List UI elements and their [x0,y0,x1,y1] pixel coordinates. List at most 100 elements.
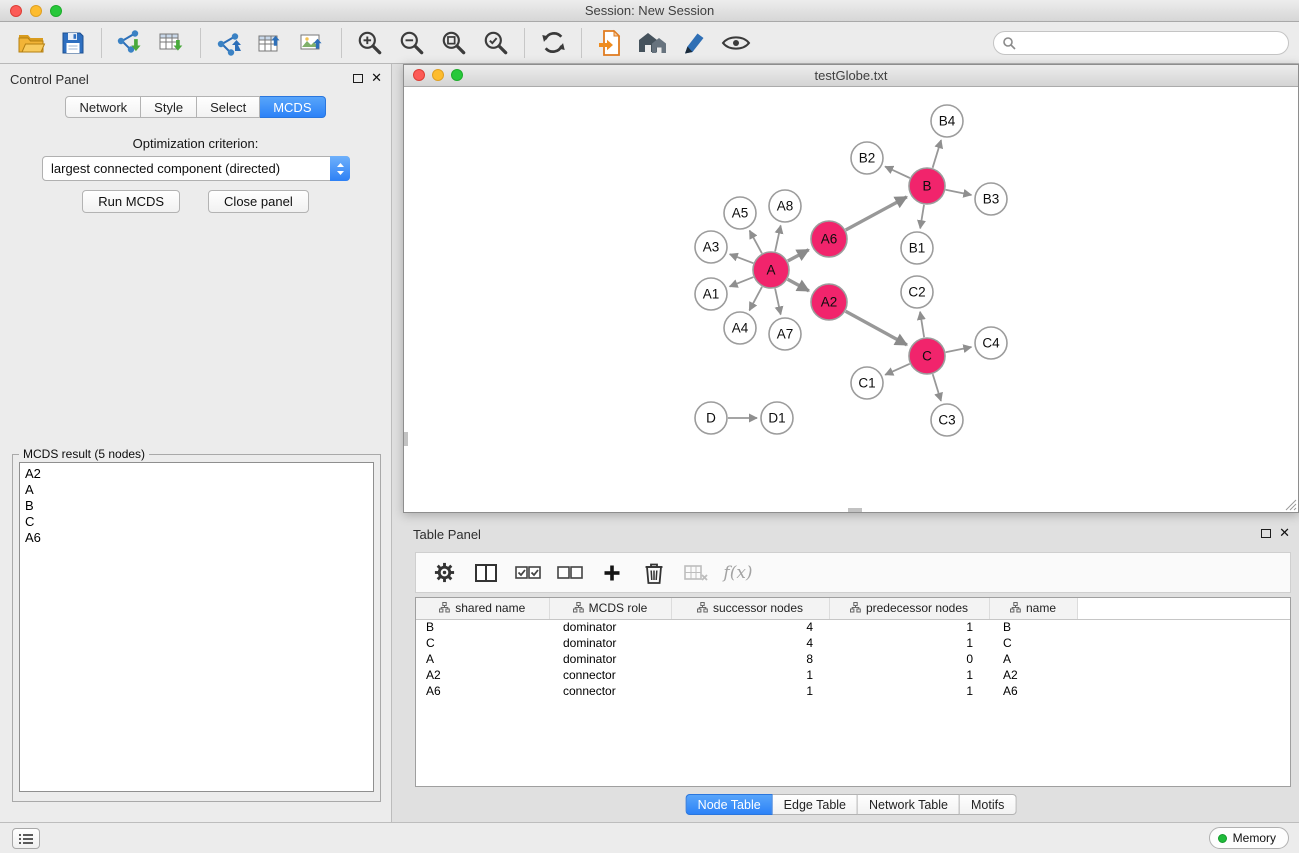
export-image-button[interactable] [292,25,334,61]
edge-C-C3[interactable] [933,374,941,401]
table-settings-button[interactable] [426,556,462,590]
tab-edge-table[interactable]: Edge Table [773,794,858,815]
tab-node-table[interactable]: Node Table [686,794,773,815]
criterion-dropdown[interactable]: largest connected component (directed) [42,156,350,181]
node-B2[interactable]: B2 [851,142,883,174]
tab-motifs[interactable]: Motifs [960,794,1016,815]
node-A1[interactable]: A1 [695,278,727,310]
node-B1[interactable]: B1 [901,232,933,264]
mcds-result-item[interactable]: C [25,514,373,530]
save-session-button[interactable] [52,25,94,61]
table-row[interactable]: Cdominator41C [416,635,1290,651]
column-header-shared-name[interactable]: shared name [416,598,549,619]
tab-mcds[interactable]: MCDS [260,96,325,118]
zoom-selected-button[interactable] [475,25,517,61]
table-row[interactable]: A2connector11A2 [416,667,1290,683]
open-report-button[interactable] [589,25,631,61]
node-A8[interactable]: A8 [769,190,801,222]
node-C1[interactable]: C1 [851,367,883,399]
minimize-window-button[interactable] [30,5,42,17]
network-minimize-button[interactable] [432,69,444,81]
export-network-button[interactable] [208,25,250,61]
edge-B-B3[interactable] [946,190,972,195]
export-table-button[interactable] [250,25,292,61]
node-A4[interactable]: A4 [724,312,756,344]
import-network-button[interactable] [109,25,151,61]
edge-A6-B[interactable] [846,197,907,230]
deselect-all-rows-button[interactable] [552,556,588,590]
column-header-MCDS-role[interactable]: MCDS role [549,598,671,619]
horizontal-scroll-indicator[interactable] [848,508,862,512]
select-all-rows-button[interactable] [510,556,546,590]
edge-A-A6[interactable] [788,250,809,261]
mcds-result-item[interactable]: A6 [25,530,373,546]
zoom-window-button[interactable] [50,5,62,17]
node-A[interactable]: A [753,252,789,288]
table-row[interactable]: A6connector11A6 [416,683,1290,699]
node-A6[interactable]: A6 [811,221,847,257]
close-panel-icon[interactable]: ✕ [371,70,382,86]
close-window-button[interactable] [10,5,22,17]
column-header-name[interactable]: name [989,598,1077,619]
mcds-result-item[interactable]: A [25,482,373,498]
network-zoom-button[interactable] [451,69,463,81]
tab-style[interactable]: Style [141,96,197,118]
mcds-result-item[interactable]: A2 [25,466,373,482]
resize-grip-icon[interactable] [1285,499,1297,511]
node-C4[interactable]: C4 [975,327,1007,359]
node-A3[interactable]: A3 [695,231,727,263]
node-B4[interactable]: B4 [931,105,963,137]
node-D1[interactable]: D1 [761,402,793,434]
node-table-container[interactable]: shared nameMCDS rolesuccessor nodesprede… [415,597,1291,787]
close-table-panel-icon[interactable]: ✕ [1279,525,1290,541]
search-input[interactable] [1016,35,1280,50]
zoom-fit-button[interactable] [433,25,475,61]
refresh-button[interactable] [532,25,574,61]
tab-select[interactable]: Select [197,96,260,118]
import-table-button[interactable] [151,25,193,61]
edge-C-C4[interactable] [946,347,972,352]
zoom-in-button[interactable] [349,25,391,61]
function-builder-button[interactable]: f(x) [720,556,756,590]
mcds-result-list[interactable]: A2ABCA6 [19,462,374,792]
network-window-titlebar[interactable]: testGlobe.txt [404,65,1298,87]
node-C[interactable]: C [909,338,945,374]
run-mcds-button[interactable]: Run MCDS [82,190,180,213]
show-columns-button[interactable] [468,556,504,590]
edge-A-A3[interactable] [730,254,754,263]
column-header-predecessor-nodes[interactable]: predecessor nodes [829,598,989,619]
node-C3[interactable]: C3 [931,404,963,436]
node-C2[interactable]: C2 [901,276,933,308]
node-A5[interactable]: A5 [724,197,756,229]
zoom-out-button[interactable] [391,25,433,61]
float-panel-icon[interactable] [353,74,363,83]
node-A2[interactable]: A2 [811,284,847,320]
edge-B-B1[interactable] [920,205,924,229]
table-row[interactable]: Adominator80A [416,651,1290,667]
edge-C-C1[interactable] [885,364,910,375]
node-B[interactable]: B [909,168,945,204]
edge-C-C2[interactable] [920,312,924,337]
show-panels-button[interactable] [12,828,40,849]
search-field[interactable] [993,31,1289,55]
node-D[interactable]: D [695,402,727,434]
open-session-button[interactable] [10,25,52,61]
tab-network-table[interactable]: Network Table [858,794,960,815]
memory-button[interactable]: Memory [1209,827,1289,849]
add-column-button[interactable] [594,556,630,590]
edge-A-A7[interactable] [775,289,781,315]
node-A7[interactable]: A7 [769,318,801,350]
table-row[interactable]: Bdominator41B [416,619,1290,635]
node-B3[interactable]: B3 [975,183,1007,215]
edge-A2-C[interactable] [846,311,907,345]
delete-column-button[interactable] [636,556,672,590]
float-table-panel-icon[interactable] [1261,529,1271,538]
mcds-result-item[interactable]: B [25,498,373,514]
edge-A-A2[interactable] [788,279,809,291]
edge-A-A5[interactable] [750,231,762,254]
edge-B-B4[interactable] [933,140,942,168]
vertical-scroll-indicator[interactable] [404,432,408,446]
annotation-button[interactable] [673,25,715,61]
network-canvas[interactable]: B4 B2 B B3 A5 A8 A6 B1 A3 A C2 A1 A2 A4 A7 C C4 C1 C3 D D1 [404,87,1298,512]
edge-B-B2[interactable] [885,167,910,179]
